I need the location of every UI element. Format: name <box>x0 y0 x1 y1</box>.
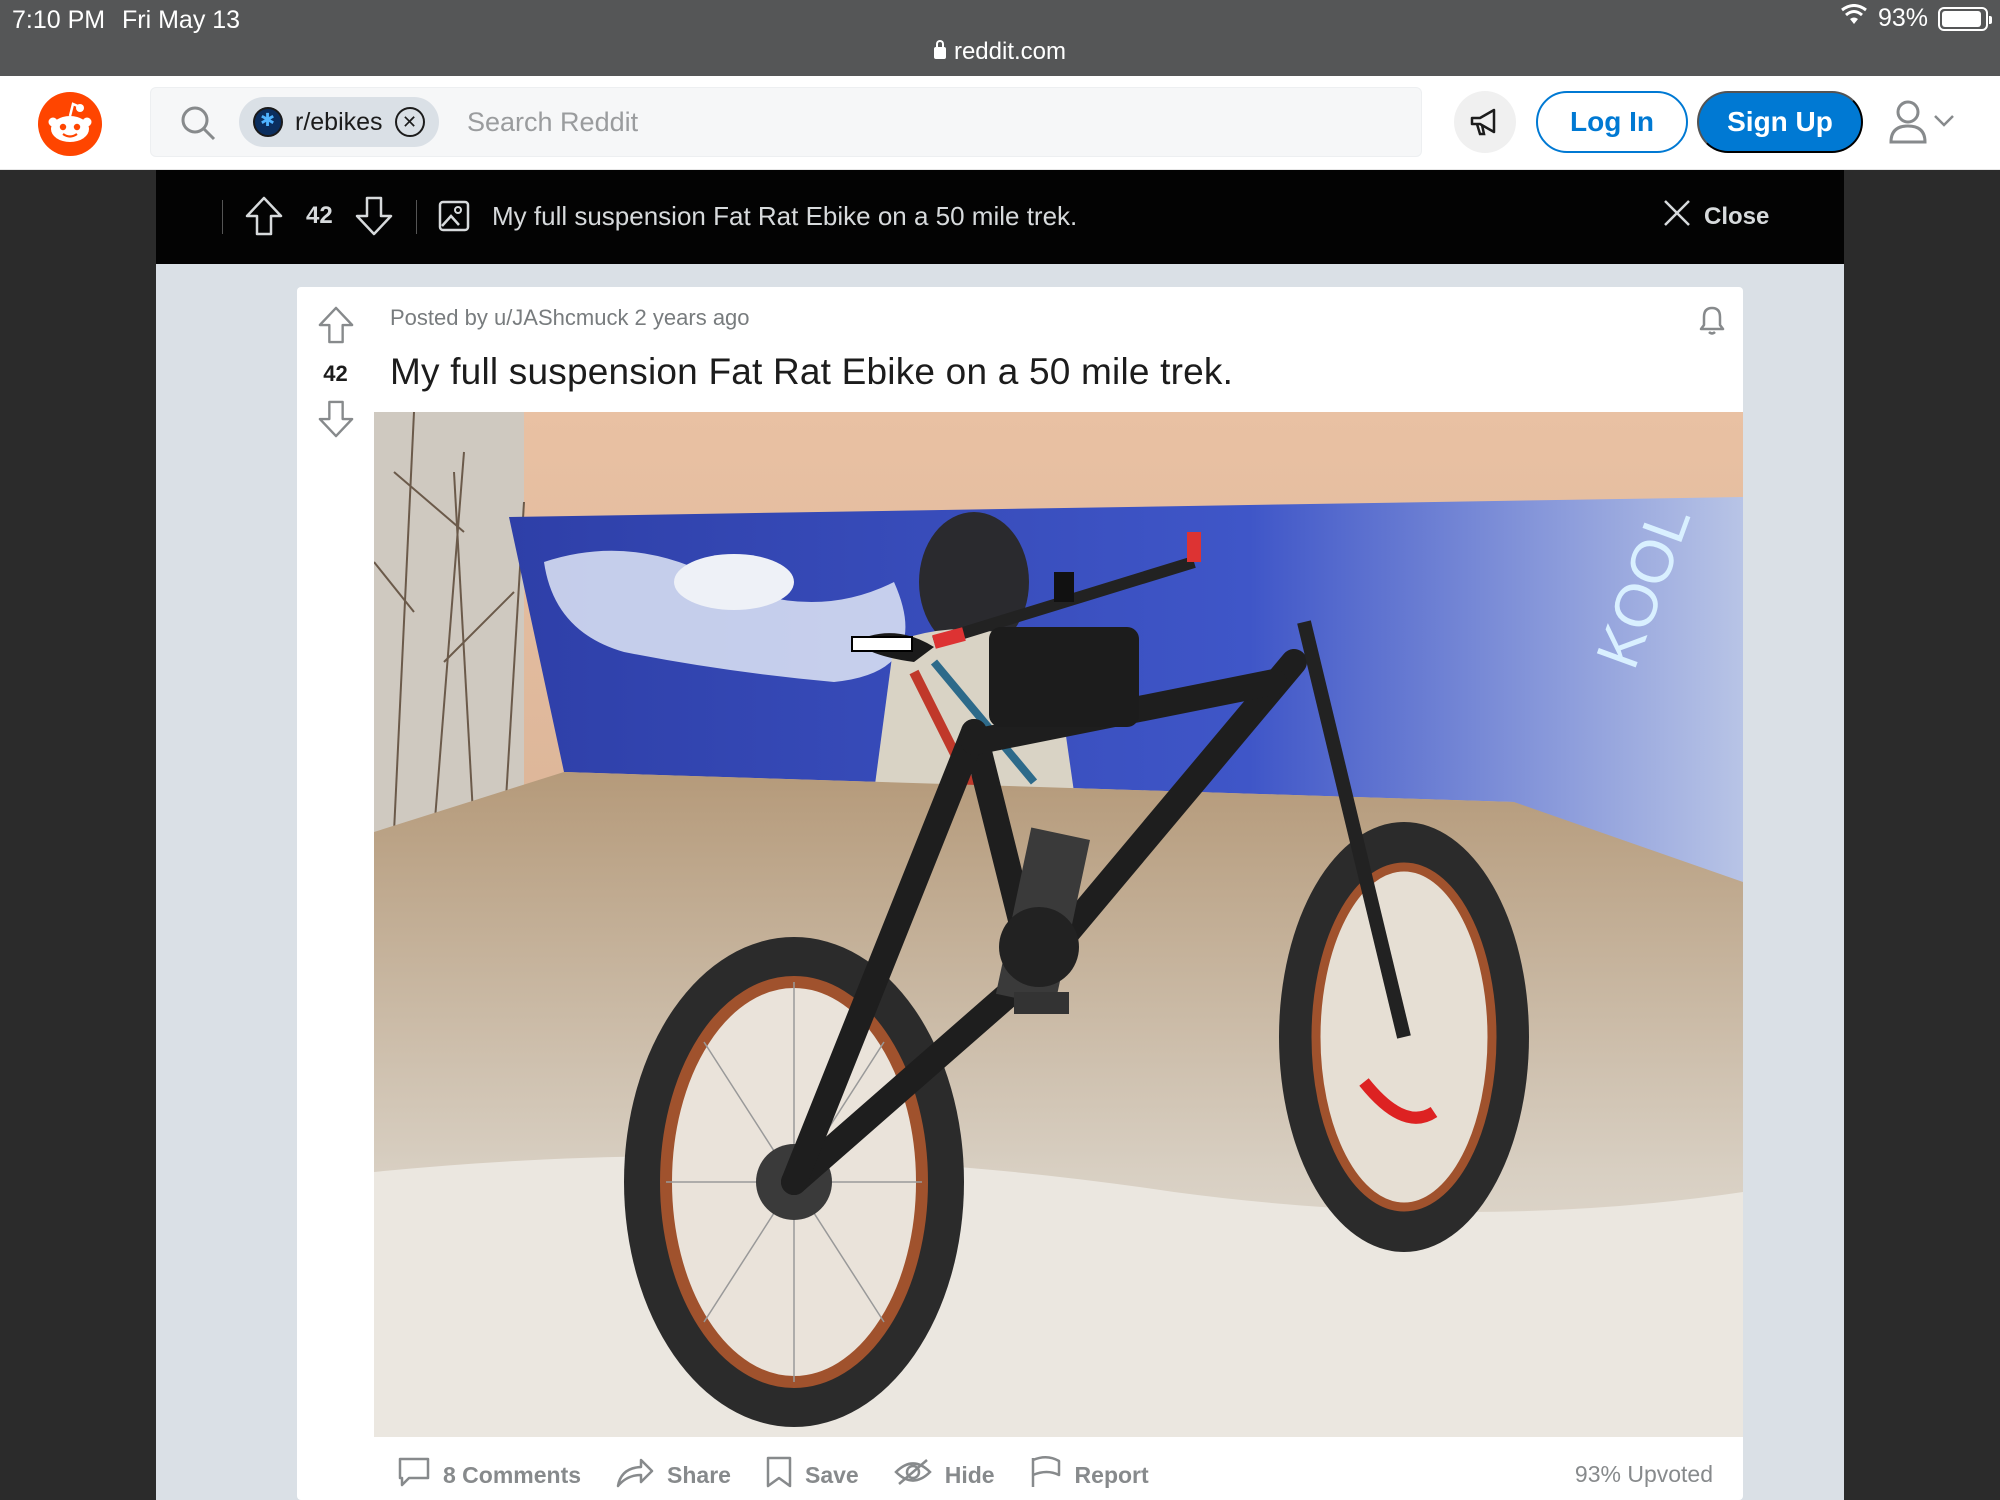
comment-icon <box>397 1456 431 1494</box>
status-time: 7:10 PM <box>12 6 106 34</box>
bell-icon[interactable] <box>1695 303 1729 342</box>
divider <box>416 200 417 234</box>
save-label: Save <box>804 1461 859 1488</box>
status-right: 93% <box>1840 4 1992 33</box>
url-text: reddit.com <box>953 38 1067 65</box>
community-chip-label: r/ebikes <box>295 107 383 136</box>
reddit-header: r/ebikes ✕ Log In Sign Up <box>0 76 2000 170</box>
hide-button[interactable]: Hide <box>893 1457 995 1493</box>
save-button[interactable]: Save <box>765 1455 859 1495</box>
user-menu[interactable] <box>1888 98 1956 149</box>
topbar-title: My full suspension Fat Rat Ebike on a 50… <box>492 201 1078 231</box>
lock-icon <box>933 40 946 59</box>
status-date: Fri May 13 <box>122 6 241 34</box>
hide-label: Hide <box>944 1461 995 1488</box>
close-circle-icon[interactable]: ✕ <box>394 107 425 137</box>
battery-icon <box>1938 6 1992 31</box>
report-label: Report <box>1074 1461 1149 1488</box>
battery-percent: 93% <box>1877 4 1928 32</box>
close-icon <box>1662 198 1692 235</box>
chevron-down-icon <box>1932 113 1956 134</box>
divider <box>222 200 223 234</box>
post-title: My full suspension Fat Rat Ebike on a 50… <box>390 351 1234 392</box>
post-meta: Posted by u/JAShcmuck 2 years ago <box>390 305 750 330</box>
community-chip[interactable]: r/ebikes ✕ <box>239 97 439 147</box>
ios-status-bar: 7:10 PM Fri May 13 93% reddit.com <box>0 0 2000 76</box>
downvote-icon[interactable] <box>354 195 394 242</box>
save-icon <box>765 1455 793 1495</box>
downvote-icon[interactable] <box>317 399 355 444</box>
comments-label: 8 Comments <box>443 1461 582 1488</box>
post-actions: 8 Comments Share Save Hide Report <box>397 1455 1149 1495</box>
search-icon <box>179 104 217 147</box>
close-button[interactable]: Close <box>1662 198 1769 235</box>
close-label: Close <box>1704 202 1770 230</box>
megaphone-icon[interactable] <box>1454 91 1516 153</box>
post-score: 42 <box>323 361 348 386</box>
post-topbar: 42 My full suspension Fat Rat Ebike on a… <box>156 170 1844 264</box>
reddit-logo[interactable] <box>38 92 102 156</box>
post-image[interactable]: KOOL <box>374 412 1743 1437</box>
user-icon <box>1888 98 1928 149</box>
upvote-icon[interactable] <box>244 195 284 242</box>
share-label: Share <box>667 1461 731 1488</box>
signup-button[interactable]: Sign Up <box>1697 91 1863 153</box>
upvote-ratio: 93% Upvoted <box>1574 1461 1713 1487</box>
share-button[interactable]: Share <box>615 1456 731 1494</box>
search-bar[interactable]: r/ebikes ✕ <box>150 87 1422 157</box>
url-bar[interactable]: reddit.com <box>0 38 2000 66</box>
report-icon <box>1029 1455 1063 1495</box>
share-icon <box>615 1456 655 1494</box>
upvote-icon[interactable] <box>317 305 355 350</box>
hide-icon <box>893 1457 933 1493</box>
wifi-icon <box>1840 4 1868 33</box>
community-avatar-icon <box>253 107 283 137</box>
post-card: 42 Posted by u/JAShcmuck 2 years ago My … <box>297 287 1743 1500</box>
image-icon <box>438 200 470 237</box>
search-input[interactable] <box>467 102 1367 142</box>
login-button[interactable]: Log In <box>1536 91 1688 153</box>
report-button[interactable]: Report <box>1029 1455 1149 1495</box>
comments-button[interactable]: 8 Comments <box>397 1456 581 1494</box>
topbar-score: 42 <box>306 202 333 229</box>
